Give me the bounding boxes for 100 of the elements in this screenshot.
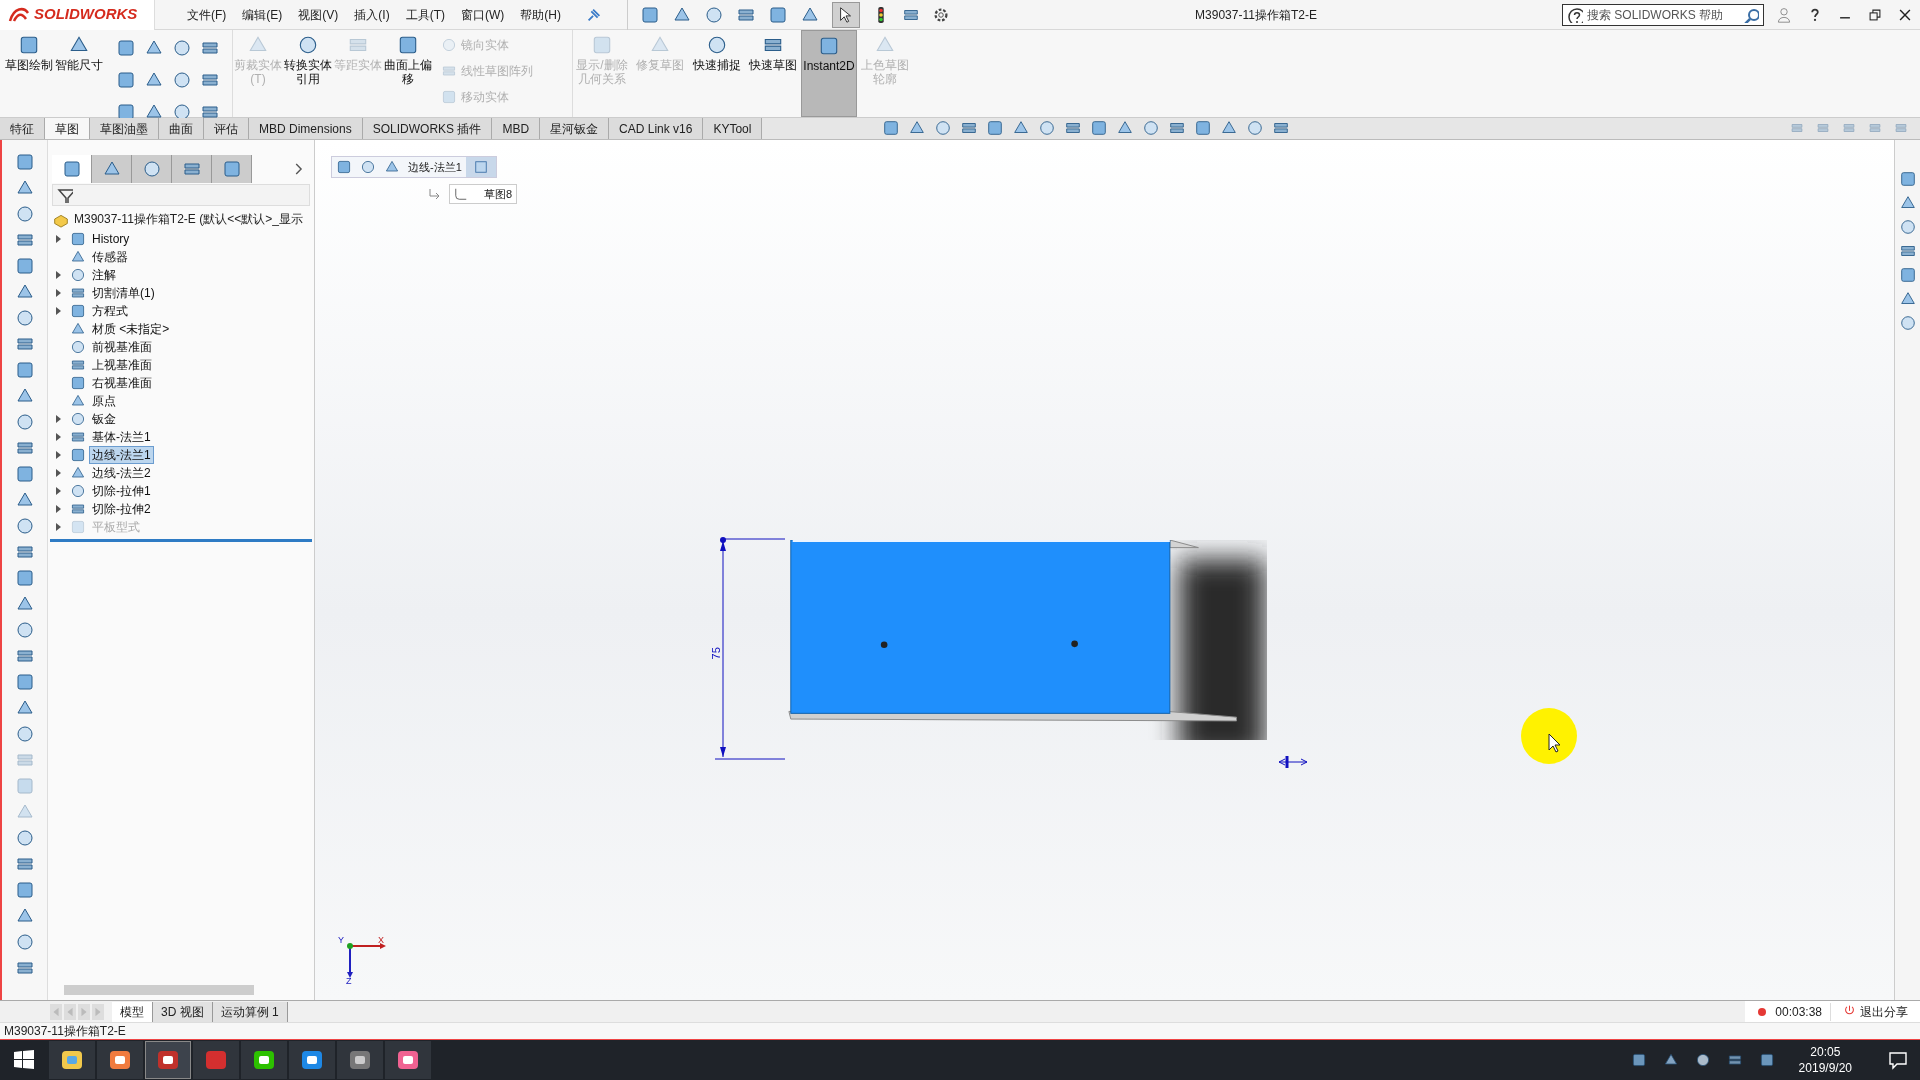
expand-arrow-icon[interactable] [54, 234, 62, 244]
menu-item[interactable]: 窗口(W) [453, 2, 513, 27]
command-tab[interactable]: 星河钣金 [540, 118, 610, 139]
command-tab[interactable]: MBD Dimensions [249, 118, 363, 139]
axis-label: Z [346, 976, 352, 986]
feature-tool-icon[interactable] [14, 724, 35, 744]
sketch-tool-icon[interactable] [172, 70, 192, 90]
model-tab[interactable]: 模型 [112, 1001, 153, 1022]
taskbar-app[interactable] [385, 1041, 431, 1079]
feature-tool-icon[interactable] [14, 672, 35, 692]
ribbon-button[interactable]: 曲面上偏移 [383, 30, 433, 117]
tree-item[interactable]: 原点 [89, 392, 119, 410]
taskbar-app[interactable] [289, 1041, 335, 1079]
command-tab[interactable]: 草图 [45, 118, 90, 139]
ribbon-button[interactable]: 智能尺寸 [54, 30, 104, 117]
ribbon-button[interactable]: 转换实体引用 [283, 30, 333, 117]
ribbon-button[interactable]: 快速草图 [745, 30, 801, 117]
app-icon [300, 1048, 324, 1072]
tree-item[interactable]: 注解 [89, 266, 119, 284]
sketch-tool-icon[interactable] [116, 70, 136, 90]
tree-item[interactable]: History [89, 230, 133, 248]
command-tab[interactable]: SOLIDWORKS 插件 [362, 118, 493, 139]
view-tool-icon[interactable] [1194, 119, 1213, 137]
feature-tool-icon[interactable] [14, 568, 35, 588]
stop-sharing-button[interactable]: 退出分享 [1830, 1002, 1908, 1021]
tree-item-icon [70, 465, 86, 481]
tree-item[interactable]: 前视基准面 [89, 338, 155, 356]
tree-item[interactable]: 切割清单(1) [89, 284, 158, 302]
taskbar-app[interactable] [241, 1041, 287, 1079]
command-tab[interactable]: KYTool [703, 118, 763, 139]
view-tool-icon[interactable] [934, 119, 953, 137]
tree-item[interactable]: 切除-拉伸2 [89, 500, 154, 518]
ribbon-button[interactable]: Instant2D [801, 30, 857, 117]
command-tab[interactable]: 草图油墨 [90, 118, 159, 139]
taskbar-app[interactable] [145, 1041, 191, 1079]
taskbar-app[interactable] [49, 1041, 95, 1079]
menu-item[interactable]: 插入(I) [346, 2, 398, 27]
menu-item[interactable]: 编辑(E) [234, 2, 291, 27]
tree-item[interactable]: 传感器 [89, 248, 131, 266]
tree-item[interactable]: 边线-法兰2 [89, 464, 154, 482]
taskbar-app[interactable] [337, 1041, 383, 1079]
view-tool-icon[interactable] [1090, 119, 1109, 137]
windows-start-icon[interactable] [14, 1050, 34, 1070]
tree-item[interactable]: 钣金 [89, 410, 119, 428]
view-tool-icon[interactable] [1038, 119, 1057, 137]
help-icon[interactable] [1808, 6, 1822, 23]
command-tab[interactable]: 评估 [204, 118, 249, 139]
notification-icon[interactable] [1888, 1050, 1908, 1070]
menu-item[interactable]: 工具(T) [397, 2, 453, 27]
model-tab[interactable]: 运动算例 1 [212, 1001, 288, 1022]
tree-root[interactable]: M39037-11操作箱T2-E (默认<<默认>_显示 [74, 210, 303, 228]
feature-tool-icon[interactable] [14, 360, 35, 380]
command-tab[interactable]: CAD Link v16 [609, 118, 704, 139]
sketch-chip[interactable]: 草图8 [449, 184, 518, 204]
sketch-tool-icon[interactable] [116, 38, 136, 58]
tree-item-icon [70, 267, 86, 283]
breadcrumb-item[interactable]: 边线-法兰1 [404, 158, 466, 176]
view-tool-icon[interactable] [882, 119, 901, 137]
tree-item[interactable]: 材质 <未指定> [89, 320, 173, 338]
sketch-tool-icon[interactable] [172, 38, 192, 58]
filter-field[interactable] [52, 184, 310, 206]
tree-item[interactable]: 方程式 [89, 302, 131, 320]
feature-tool-icon[interactable] [14, 308, 35, 328]
view-tool-icon[interactable] [1142, 119, 1161, 137]
feature-tool-icon[interactable] [14, 516, 35, 536]
ribbon-button[interactable]: 快速捕捉 [689, 30, 745, 117]
feature-tool-icon[interactable] [14, 152, 35, 172]
select-button[interactable] [832, 1, 860, 28]
tree-item-icon [70, 357, 86, 373]
dimension-value[interactable]: 75 [707, 647, 725, 660]
taskbar-app[interactable] [97, 1041, 143, 1079]
tree-item[interactable]: 基体-法兰1 [89, 428, 154, 446]
view-tool-icon[interactable] [1246, 119, 1265, 137]
menu-item[interactable]: 视图(V) [290, 2, 347, 27]
search-field[interactable]: 搜索 SOLIDWORKS 帮助 [1562, 3, 1764, 26]
feature-tool-icon[interactable] [14, 256, 35, 276]
command-tab[interactable]: 曲面 [159, 118, 204, 139]
feature-tool-icon[interactable] [14, 932, 35, 952]
clock-date[interactable]: 2019/9/20 [1798, 1060, 1852, 1076]
feature-tool-icon[interactable] [14, 828, 35, 848]
feature-tool-icon[interactable] [14, 620, 35, 640]
tree-item[interactable]: 右视基准面 [89, 374, 155, 392]
command-tab[interactable]: 特征 [0, 118, 45, 139]
feature-tool-icon[interactable] [14, 412, 35, 432]
tree-item[interactable]: 切除-拉伸1 [89, 482, 154, 500]
tree-item[interactable]: 上视基准面 [89, 356, 155, 374]
menu-item[interactable]: 帮助(H) [512, 2, 569, 27]
search-icon [1743, 6, 1759, 23]
feature-tool-icon[interactable] [14, 204, 35, 224]
feature-tool-icon[interactable] [14, 464, 35, 484]
ribbon-button[interactable]: 草图绘制 [4, 30, 54, 117]
view-tool-icon[interactable] [986, 119, 1005, 137]
menu-item[interactable]: 文件(F) [179, 2, 235, 27]
command-tab[interactable]: MBD [492, 118, 541, 139]
sketch-icon[interactable] [473, 160, 488, 174]
model-tab[interactable]: 3D 视图 [153, 1001, 213, 1022]
clock-time[interactable]: 20:05 [1810, 1044, 1841, 1060]
feature-tool-icon[interactable] [14, 880, 35, 900]
tree-item[interactable]: 边线-法兰1 [89, 446, 154, 464]
user-icon[interactable] [1776, 5, 1792, 24]
